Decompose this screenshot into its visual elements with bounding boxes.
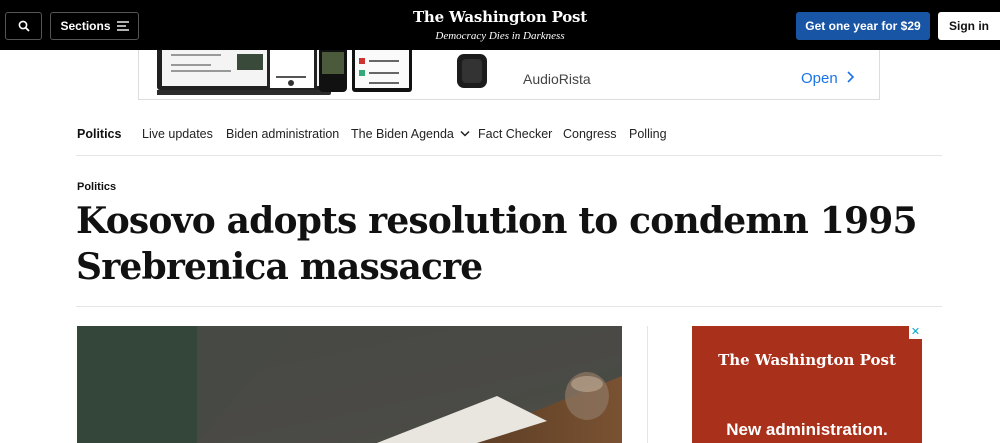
menu-icon xyxy=(116,21,129,31)
nav-item-congress[interactable]: Congress xyxy=(563,127,617,141)
sections-button[interactable]: Sections xyxy=(50,12,139,40)
column-separator xyxy=(647,326,648,443)
nav-item-biden-agenda-label: The Biden Agenda xyxy=(351,127,454,141)
top-bar: Sections The Washington Post Democracy D… xyxy=(0,0,1000,50)
ad-app-name: AudioRista xyxy=(523,71,591,87)
brand-logo[interactable]: The Washington Post xyxy=(400,8,600,26)
article-kicker[interactable]: Politics xyxy=(77,181,116,193)
sidebar-ad-cta: New administration. xyxy=(726,420,888,439)
search-icon xyxy=(18,20,30,32)
devices-illustration xyxy=(157,50,487,95)
headline-divider xyxy=(76,306,942,307)
article-headline: Kosovo adopts resolution to condemn 1995… xyxy=(76,200,918,288)
nav-item-biden-administration[interactable]: Biden administration xyxy=(226,127,339,141)
nav-item-biden-agenda[interactable]: The Biden Agenda xyxy=(351,127,470,141)
search-button[interactable] xyxy=(5,12,42,40)
close-icon[interactable]: ✕ xyxy=(909,326,922,339)
sidebar-ad[interactable]: ✕ The Washington Post New administration… xyxy=(692,326,922,443)
nav-item-fact-checker[interactable]: Fact Checker xyxy=(478,127,552,141)
brand-tagline: Democracy Dies in Darkness xyxy=(435,30,565,42)
brand-block[interactable]: The Washington Post Democracy Dies in Da… xyxy=(400,8,600,42)
chevron-right-icon xyxy=(847,71,855,83)
lead-photo xyxy=(77,326,622,443)
chevron-down-icon xyxy=(460,130,470,137)
lead-photo-image xyxy=(77,326,622,443)
signin-button[interactable]: Sign in xyxy=(938,12,1000,40)
top-ad-banner[interactable]: AudioRista Open xyxy=(138,50,880,100)
section-nav: Politics Live updates Biden administrati… xyxy=(76,114,942,156)
ad-open-link[interactable]: Open xyxy=(801,70,856,87)
subscribe-button[interactable]: Get one year for $29 xyxy=(796,12,930,40)
ad-open-label: Open xyxy=(801,70,838,87)
nav-item-live-updates[interactable]: Live updates xyxy=(142,127,213,141)
nav-item-polling[interactable]: Polling xyxy=(629,127,667,141)
nav-item-politics[interactable]: Politics xyxy=(77,127,121,141)
sections-label: Sections xyxy=(60,19,111,33)
sidebar-ad-brand: The Washington Post xyxy=(718,351,896,369)
